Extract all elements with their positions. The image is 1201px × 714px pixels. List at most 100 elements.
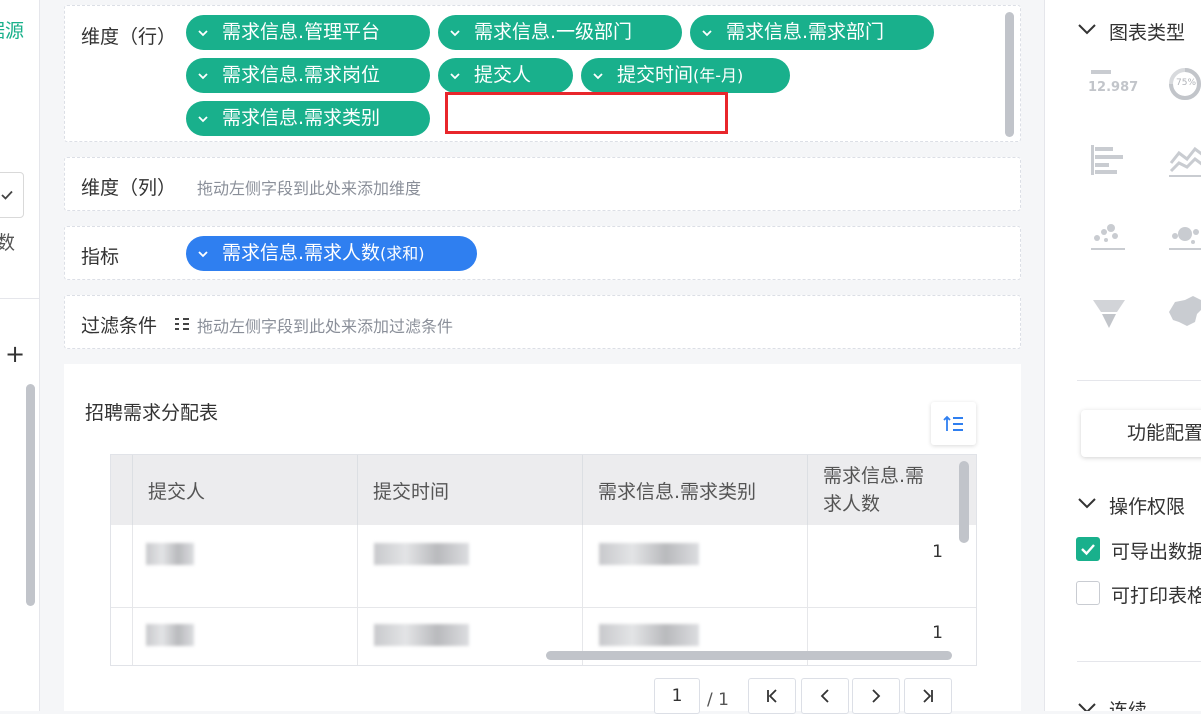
kpi-chart-icon[interactable]: 12.987 [1088,68,1138,104]
sort-ascending-icon [942,415,963,431]
pill-label: 需求信息.一级部门 [474,21,633,43]
column-dimension-hint: 拖动左侧字段到此处来添加维度 [197,179,422,198]
count-label: 数 [0,228,15,255]
column-header-submitter[interactable]: 提交人 [132,455,357,525]
scatter-chart-icon[interactable] [1091,218,1133,254]
page-number-input[interactable]: 1 [654,678,700,714]
redacted-text [146,543,194,565]
permissions-title[interactable]: 操作权限 [1109,492,1185,519]
pill-label: 需求信息.需求部门 [726,21,885,43]
check-icon [1081,544,1095,556]
row-pill-submitter[interactable]: 提交人 [438,58,573,93]
chevron-down-icon [198,251,208,258]
right-divider [1077,661,1201,662]
pill-label: 提交人 [474,64,532,86]
function-config-button[interactable]: 功能配置 [1081,410,1201,457]
row-zone-scrollbar[interactable] [1005,12,1014,137]
pill-label: 需求信息.管理平台 [222,21,381,43]
left-divider [0,298,39,299]
pill-label: 需求信息.需求岗位 [222,64,381,86]
highlight-box [445,92,728,134]
first-page-icon [767,689,777,703]
chevron-down-icon [198,116,208,123]
last-page-button[interactable] [904,678,952,714]
column-dimension-dropzone[interactable]: 维度（列） 拖动左侧字段到此处来添加维度 [64,157,1021,211]
export-data-label[interactable]: 可导出数据 [1111,537,1201,564]
chart-type-title[interactable]: 图表类型 [1109,18,1185,45]
pill-suffix: (求和) [380,244,425,263]
row-pill-first-department[interactable]: 需求信息.一级部门 [438,15,682,50]
pill-label: 需求信息.需求类别 [222,107,381,129]
table-cell [582,525,807,607]
field-select-dropdown[interactable] [0,172,24,218]
right-divider [1077,380,1201,381]
metric-dropzone[interactable]: 指标 需求信息.需求人数(求和) [64,226,1021,280]
redacted-text [146,624,194,646]
redacted-text [599,624,699,646]
last-page-icon [923,689,933,703]
check-icon [1,190,13,200]
bar-chart-icon[interactable] [1091,143,1133,179]
chevron-down-icon[interactable] [1078,23,1096,35]
row-dimension-label: 维度（行） [81,26,177,48]
left-field-panel: 据源 数 + [0,0,40,711]
sort-button[interactable] [931,402,976,445]
table-horizontal-scrollbar[interactable] [546,651,952,660]
add-field-button[interactable]: + [5,342,25,366]
row-pill-demand-position[interactable]: 需求信息.需求岗位 [186,58,430,93]
pill-label: 提交时间 [617,64,694,86]
chevron-down-icon [198,30,208,37]
chevron-down-icon [450,73,460,80]
row-pill-demand-category[interactable]: 需求信息.需求类别 [186,101,430,136]
demand-count-value: 1 [932,542,943,562]
table-cell [357,525,582,607]
pill-label: 需求信息.需求人数 [222,242,381,264]
table-cell [132,608,357,665]
row-pill-management-platform[interactable]: 需求信息.管理平台 [186,15,430,50]
gauge-sample-value: 75% [1176,78,1197,88]
data-source-label[interactable]: 据源 [0,16,24,43]
chevron-down-icon [450,30,460,37]
chevron-left-icon [820,689,829,703]
prev-page-button[interactable] [801,678,849,714]
right-settings-panel: 图表类型 12.987 75% 功能配置 操作权限 可导出数据 可打印表格 连续 [1044,0,1201,711]
table-header: 提交人 提交时间 需求信息.需求类别 需求信息.需 求人数 [111,455,976,525]
column-header-demand-count[interactable]: 需求信息.需 求人数 [807,455,957,525]
redacted-text [374,624,469,646]
kpi-sample-value: 12.987 [1088,80,1139,95]
filter-dropzone[interactable]: 过滤条件 拖动左侧字段到此处来添加过滤条件 [64,295,1021,349]
metric-pill-demand-count[interactable]: 需求信息.需求人数(求和) [186,236,477,271]
column-header-submit-time[interactable]: 提交时间 [357,455,582,525]
line-chart-icon[interactable] [1169,143,1201,179]
bubble-chart-icon[interactable] [1169,218,1201,254]
table-vertical-scrollbar[interactable] [959,461,969,543]
link-section-title[interactable]: 连续 [1109,696,1147,711]
table-cell [132,525,357,607]
chevron-down-icon[interactable] [1078,497,1096,509]
data-table: 提交人 提交时间 需求信息.需求类别 需求信息.需 求人数 1 1 [110,454,977,666]
chevron-right-icon [872,689,881,703]
redacted-text [599,543,699,565]
funnel-chart-icon[interactable] [1091,296,1133,332]
table-row: 1 [111,525,976,608]
left-scrollbar[interactable] [26,384,35,606]
row-pill-demand-department[interactable]: 需求信息.需求部门 [690,15,934,50]
print-table-label[interactable]: 可打印表格 [1111,581,1201,608]
map-chart-icon[interactable] [1165,294,1201,330]
gauge-chart-icon[interactable]: 75% [1167,66,1201,102]
first-page-button[interactable] [748,678,796,714]
filter-list-icon [175,318,189,330]
chevron-down-icon [702,30,712,37]
export-data-checkbox[interactable] [1076,537,1100,561]
print-table-checkbox[interactable] [1076,581,1100,605]
chevron-down-icon[interactable] [1078,702,1096,711]
row-pill-submit-time[interactable]: 提交时间(年-月) [581,58,790,93]
next-page-button[interactable] [852,678,900,714]
main-config-area: 维度（行） 需求信息.管理平台 需求信息.一级部门 需求信息.需求部门 需求信息… [40,0,1044,714]
filter-label: 过滤条件 [81,315,158,337]
column-dimension-label: 维度（列） [81,177,177,199]
column-header-demand-category[interactable]: 需求信息.需求类别 [582,455,807,525]
table-cell: 1 [807,525,957,607]
page-total: / 1 [707,690,729,710]
filter-hint: 拖动左侧字段到此处来添加过滤条件 [197,317,454,336]
